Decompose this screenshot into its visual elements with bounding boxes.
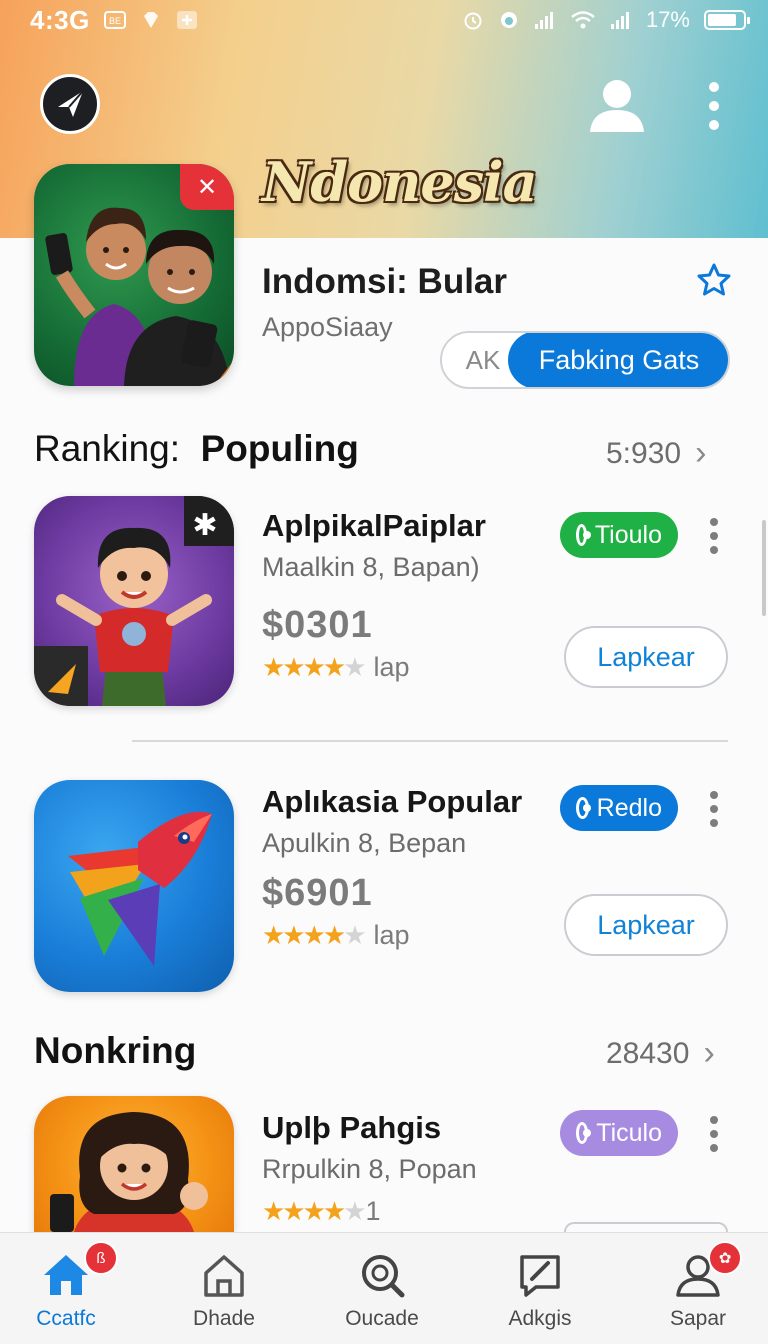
tag-icon xyxy=(576,797,591,819)
featured-app-subtitle: AppoSiaay xyxy=(262,312,393,342)
nav-label-5: Sapar xyxy=(669,1307,727,1330)
search-icon xyxy=(362,1255,405,1298)
battery-icon xyxy=(704,10,750,30)
signal-icon-2 xyxy=(610,12,629,29)
app-1-rating: ★★★★★ lap xyxy=(262,652,410,683)
overflow-menu-button[interactable] xyxy=(700,82,728,130)
app-1-tag-label: Tioulo xyxy=(594,520,662,549)
app-3-more-button[interactable] xyxy=(704,1116,724,1152)
featured-app-name[interactable]: Indomsi: Bular xyxy=(262,262,507,302)
nav-item-4[interactable]: Adkgis xyxy=(480,1249,600,1331)
battery-percent: 17% xyxy=(645,7,690,32)
app-2-subtitle: Apulkin 8, Bepan xyxy=(262,828,467,858)
app-2-rating-label: lap xyxy=(373,920,410,950)
app-3-tag[interactable]: Ticulo xyxy=(560,1110,678,1156)
ranking-title-prefix: Ranking: xyxy=(34,428,181,469)
rating-stars: ★★★★★ xyxy=(262,652,367,682)
headset-icon xyxy=(500,12,517,28)
app-1-more-button[interactable] xyxy=(704,518,724,554)
plus-notification-icon xyxy=(176,11,197,29)
brand-title: Ndonesia xyxy=(262,150,538,214)
scrollbar-thumb[interactable] xyxy=(762,520,766,616)
rating-stars: ★★★★★ xyxy=(262,1196,367,1226)
ranking-count: 5:930 xyxy=(606,436,682,470)
nav-item-5[interactable]: Sapar ✿ xyxy=(638,1241,758,1331)
tag-icon xyxy=(576,524,591,546)
rainbow-bird-icon xyxy=(68,811,212,966)
app-1-corner-badge: ✱ xyxy=(192,508,218,542)
app-1-subtitle: Maalkin 8, Bapan) xyxy=(262,552,480,582)
nav-5-badge: ✿ xyxy=(708,1241,742,1275)
alarm-icon xyxy=(464,12,482,30)
nonkring-see-all[interactable]: 28430 › xyxy=(606,1034,715,1073)
app-1-price: $0301 xyxy=(262,604,373,646)
app-2-title[interactable]: Aplıkasia Popular xyxy=(262,784,522,820)
notification-icon: BE xyxy=(103,11,126,29)
nav-item-3[interactable]: Oucade xyxy=(322,1249,442,1331)
bottom-navigation: Ccatfc ß Dhade Oucade Adkgis Sapar ✿ xyxy=(0,1232,768,1344)
signal-icon xyxy=(534,12,553,29)
diamond-icon xyxy=(143,12,158,28)
app-1-rating-label: lap xyxy=(373,652,410,682)
chevron-right-icon: › xyxy=(695,434,707,472)
tag-icon xyxy=(576,1122,592,1144)
segment-right-option[interactable]: Fabking Gats xyxy=(508,333,728,387)
app-3-tag-label: Ticulo xyxy=(596,1118,662,1147)
ranking-title-bold: Populing xyxy=(200,428,359,469)
app-3-rating-label: 1 xyxy=(365,1196,381,1226)
app-2-price: $6901 xyxy=(262,872,373,914)
app-3-action-button-partial[interactable] xyxy=(564,1222,728,1232)
nav-label-2: Dhade xyxy=(193,1307,255,1330)
featured-segmented-control: AK Fabking Gats xyxy=(440,331,730,389)
edit-icon xyxy=(520,1255,560,1297)
app-1-tag[interactable]: Tioulo xyxy=(560,512,678,558)
row-divider xyxy=(132,740,728,742)
nav-label-1: Ccatfc xyxy=(36,1307,96,1330)
chevron-right-icon: › xyxy=(703,1034,715,1072)
app-icon-3[interactable] xyxy=(34,1096,234,1232)
cartoon-woman-illustration xyxy=(50,1112,208,1232)
app-2-action-button[interactable]: Lapkear xyxy=(564,894,728,956)
status-bar: 4:3G BE 17% xyxy=(0,0,768,40)
app-1-action-button[interactable]: Lapkear xyxy=(564,626,728,688)
app-2-tag-label: Redlo xyxy=(596,793,662,822)
nav-label-4: Adkgis xyxy=(508,1307,572,1330)
app-2-rating: ★★★★★ lap xyxy=(262,920,410,951)
wifi-icon xyxy=(571,11,595,29)
app-3-subtitle: Rrpulkin 8, Popan xyxy=(262,1154,477,1184)
profile-icon[interactable] xyxy=(586,76,648,134)
nonkring-section-title: Nonkring xyxy=(34,1030,197,1071)
app-2-tag[interactable]: Redlo xyxy=(560,785,678,831)
app-logo-button[interactable] xyxy=(40,74,100,134)
ranking-section-title: Ranking: Populing xyxy=(34,428,359,470)
paper-plane-icon xyxy=(58,90,84,117)
nav-1-badge: ß xyxy=(84,1241,118,1275)
app-1-title[interactable]: AplpikalPaiplar xyxy=(262,508,486,544)
svg-text:BE: BE xyxy=(109,16,121,26)
app-2-more-button[interactable] xyxy=(704,791,724,827)
nav-item-1[interactable]: Ccatfc ß xyxy=(6,1241,126,1331)
app-3-rating: ★★★★★ 1 xyxy=(262,1196,381,1227)
ranking-see-all[interactable]: 5:930 › xyxy=(606,434,706,473)
nav-label-3: Oucade xyxy=(345,1307,419,1330)
nonkring-count: 28430 xyxy=(606,1036,690,1070)
nav-item-2[interactable]: Dhade xyxy=(164,1249,284,1331)
house-outline-icon xyxy=(204,1255,244,1297)
app-3-title[interactable]: Uplþ Pahgis xyxy=(262,1110,441,1146)
favorite-star-icon[interactable] xyxy=(696,262,732,298)
app-icon-2[interactable] xyxy=(34,780,234,992)
status-time: 4:3G xyxy=(30,4,90,35)
rating-stars: ★★★★★ xyxy=(262,920,367,950)
